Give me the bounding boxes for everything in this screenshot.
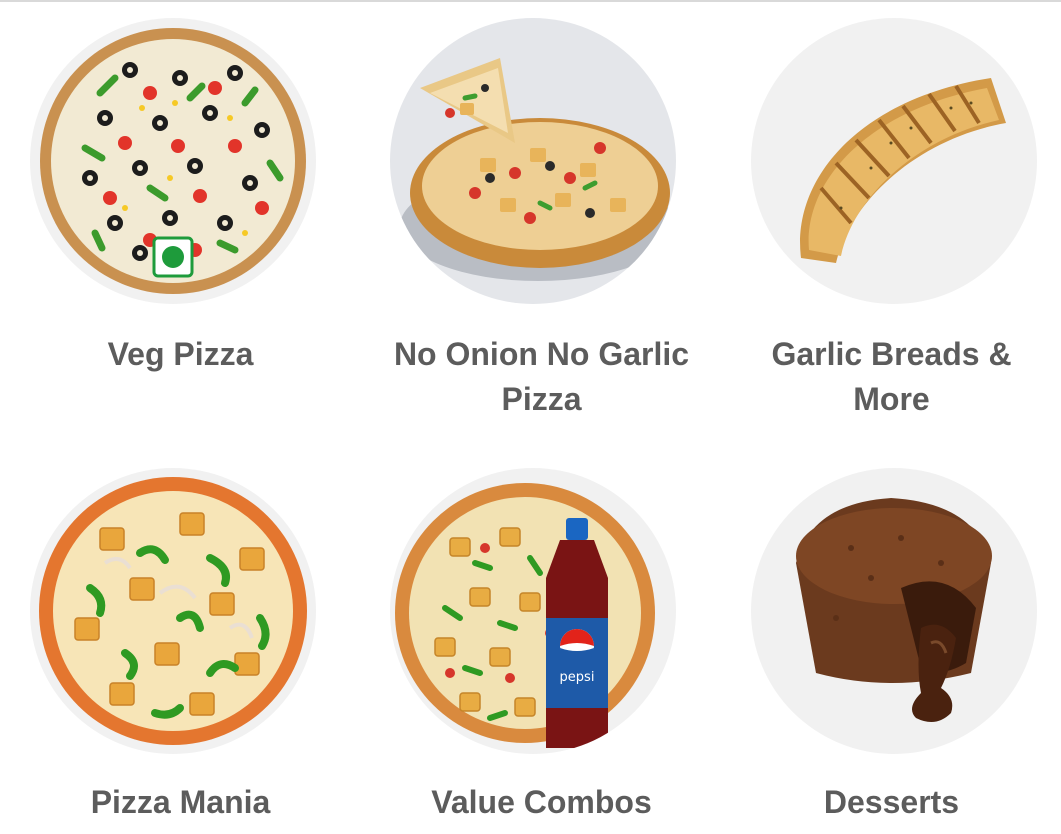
category-garlic-breads[interactable]: Garlic Breads & More: [722, 0, 1061, 448]
category-label: Veg Pizza: [107, 336, 254, 372]
category-grid: Veg Pizza No Onion No Garlic Pizza Garli…: [0, 0, 1061, 834]
pizza-mania-image: [30, 468, 316, 754]
category-label: Desserts: [823, 784, 960, 820]
category-label: No Onion No Garlic Pizza: [393, 336, 690, 417]
no-onion-pizza-image: [390, 18, 676, 304]
category-desserts[interactable]: Desserts: [722, 448, 1061, 834]
category-label: Value Combos: [431, 784, 652, 820]
category-label: Garlic Breads & More: [771, 336, 1012, 417]
garlic-bread-image: [751, 18, 1037, 304]
lava-cake-image: [751, 468, 1037, 754]
veg-pizza-image: [30, 18, 316, 304]
category-value-combos[interactable]: pepsi Value Combos: [361, 448, 722, 834]
value-combo-image: pepsi: [390, 468, 676, 754]
category-label: Pizza Mania: [90, 784, 271, 820]
category-veg-pizza[interactable]: Veg Pizza: [0, 0, 361, 448]
bottle-brand-text: pepsi: [560, 670, 595, 685]
category-pizza-mania[interactable]: Pizza Mania: [0, 448, 361, 834]
category-no-onion-no-garlic-pizza[interactable]: No Onion No Garlic Pizza: [361, 0, 722, 448]
